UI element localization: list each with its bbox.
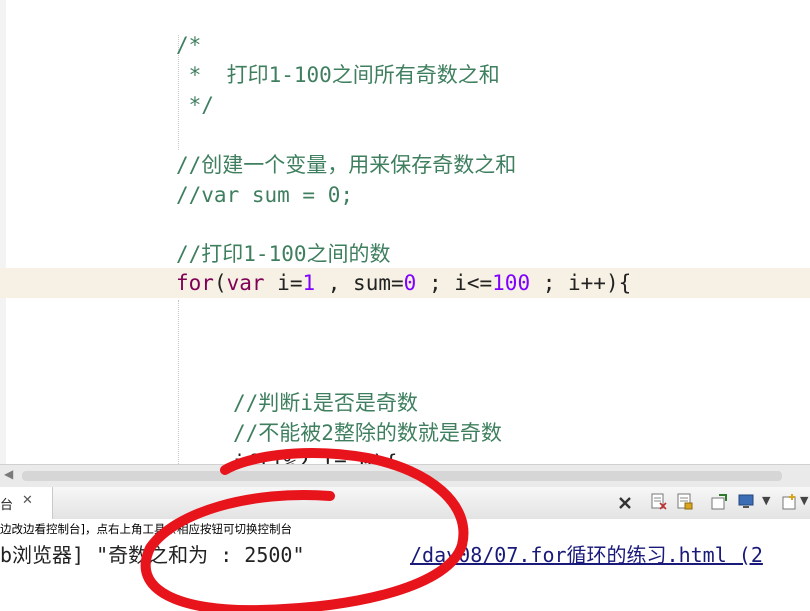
code-line: //创建一个变量，用来保存奇数之和	[0, 150, 810, 180]
code-line: /*	[0, 30, 810, 60]
code-token: /*	[176, 33, 202, 57]
code-line: //打印1-100之间的数	[0, 239, 810, 269]
code-line: * 打印1-100之间所有奇数之和	[0, 60, 810, 90]
console-output-line: b浏览器] "奇数之和为 : 2500"	[0, 541, 305, 569]
code-token: , sum=	[315, 271, 404, 295]
code-token: i=	[264, 271, 303, 295]
code-token: //不能被2整除的数就是奇数	[233, 421, 502, 445]
code-text: //var sum = 0;	[176, 180, 353, 210]
code-line: //判断i是否是奇数	[0, 388, 810, 418]
code-token: (	[213, 271, 227, 295]
code-token: //打印1-100之间的数	[176, 242, 391, 266]
clear-console-icon[interactable]	[650, 493, 668, 511]
code-token: 0	[403, 271, 417, 295]
code-editor[interactable]: /* * 打印1-100之间所有奇数之和 */ //创建一个变量，用来保存奇数之…	[0, 0, 810, 464]
code-token: ; i<=	[416, 271, 493, 295]
code-token: 1	[302, 271, 316, 295]
code-text: /*	[176, 30, 201, 60]
scrollbar-thumb[interactable]	[22, 471, 782, 481]
code-text: //判断i是否是奇数	[233, 388, 418, 418]
chevron-down-icon[interactable]: ▼	[762, 494, 770, 507]
console-info-text: 边改边看控制台]，点右上角工具条相应按钮可切换控制台	[0, 522, 292, 536]
remove-icon[interactable]	[617, 495, 633, 511]
code-line: //不能被2整除的数就是奇数	[0, 418, 810, 448]
code-text: if(i%2 != 0){	[233, 448, 397, 464]
code-text: * 打印1-100之间所有奇数之和	[176, 60, 500, 90]
code-text: */	[176, 90, 214, 120]
code-token: //创建一个变量，用来保存奇数之和	[176, 153, 517, 177]
code-line: if(i%2 != 0){	[0, 448, 810, 464]
code-line: */	[0, 90, 810, 120]
chevron-down-icon[interactable]: ▼	[800, 494, 808, 507]
scroll-left-icon[interactable]: ◀	[4, 467, 13, 481]
source-file-link[interactable]: /day08/07.for循环的练习.html (2	[410, 541, 763, 569]
open-console-icon[interactable]	[782, 493, 800, 511]
code-text: //不能被2整除的数就是奇数	[233, 418, 502, 448]
horizontal-scrollbar[interactable]: ◀	[0, 464, 810, 487]
code-token: for	[176, 271, 214, 295]
output-source: b浏览器]	[0, 543, 97, 567]
code-line: //var sum = 0;	[0, 180, 810, 210]
code-token: var	[226, 271, 265, 295]
code-token: */	[176, 93, 214, 117]
scroll-lock-icon[interactable]	[676, 493, 694, 511]
tab-console-label: 台	[0, 498, 14, 513]
display-console-icon[interactable]	[738, 493, 756, 511]
code-token: ; i++){	[530, 271, 632, 295]
console-output[interactable]: b浏览器] "奇数之和为 : 2500" /day08/07.for循环的练习.…	[0, 539, 810, 611]
code-token: * 打印1-100之间所有奇数之和	[176, 63, 500, 87]
console-info-message: 边改边看控制台]，点右上角工具条相应按钮可切换控制台	[0, 519, 810, 539]
tab-console[interactable]: 台 ✕	[0, 487, 53, 519]
code-text: //创建一个变量，用来保存奇数之和	[176, 150, 516, 180]
pin-console-icon[interactable]	[710, 493, 728, 511]
code-token: //var sum = 0;	[176, 183, 354, 207]
code-token: 100	[492, 271, 531, 295]
code-text: for(var i=1 , sum=0 ; i<=100 ; i++){	[176, 268, 631, 298]
console-toolbar: 台 ✕ ▼ ▼	[0, 487, 810, 520]
code-token: //判断i是否是奇数	[233, 391, 418, 415]
code-text: //打印1-100之间的数	[176, 239, 391, 269]
output-value: "奇数之和为 : 2500"	[96, 543, 305, 567]
code-token: if(i%2 != 0){	[233, 451, 398, 464]
current-code-line: for(var i=1 , sum=0 ; i<=100 ; i++){	[0, 268, 810, 298]
close-icon[interactable]: ✕	[22, 493, 33, 508]
